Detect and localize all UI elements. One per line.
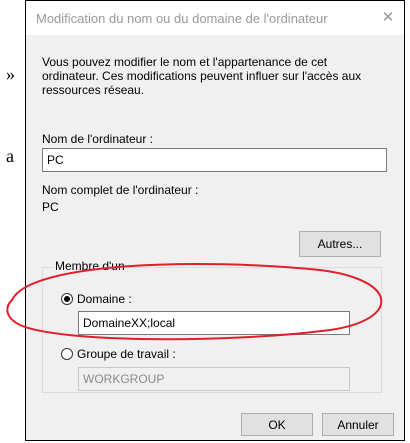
workgroup-input[interactable] (78, 367, 350, 391)
cancel-button[interactable]: Annuler (322, 413, 394, 436)
radio-empty-icon[interactable] (61, 348, 73, 360)
radio-selected-icon[interactable] (61, 293, 73, 305)
domain-input[interactable] (78, 311, 350, 335)
dialog-description: Vous pouvez modifier le nom et l'apparte… (42, 55, 362, 97)
more-button[interactable]: Autres... (299, 231, 381, 257)
close-icon[interactable]: ✕ (376, 6, 400, 30)
full-name-value: PC (42, 200, 59, 214)
ok-button[interactable]: OK (241, 413, 313, 436)
full-name-label: Nom complet de l'ordinateur : (42, 183, 199, 197)
domain-label: Domaine : (77, 292, 132, 306)
radio-dot (64, 296, 70, 302)
dialog-title: Modification du nom ou du domaine de l'o… (36, 11, 328, 26)
dialog-titlebar: Modification du nom ou du domaine de l'o… (26, 1, 404, 35)
screenshot: » a Modification du nom ou du domaine de… (0, 0, 410, 443)
computer-name-input[interactable] (42, 148, 387, 172)
computer-name-label: Nom de l'ordinateur : (42, 132, 154, 146)
workgroup-label: Groupe de travail : (77, 347, 176, 361)
rename-computer-dialog: Modification du nom ou du domaine de l'o… (25, 0, 405, 441)
page-fragment-letter: a (6, 146, 14, 166)
membership-title: Membre d'un (52, 259, 128, 273)
page-fragment-quote: » (6, 64, 15, 84)
